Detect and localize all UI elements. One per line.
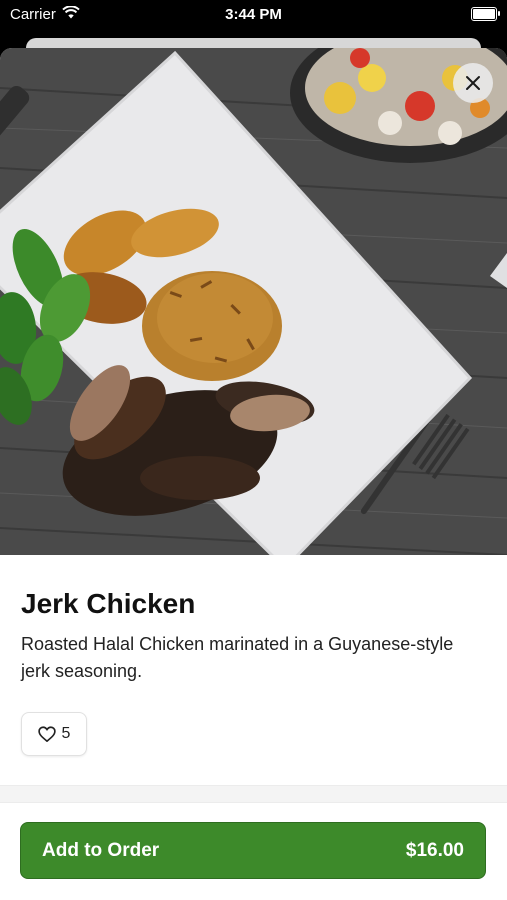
like-button[interactable]: 5	[21, 712, 87, 756]
like-count: 5	[61, 725, 71, 742]
item-detail-sheet: Jerk Chicken Roasted Halal Chicken marin…	[0, 48, 507, 900]
food-photo	[0, 48, 507, 555]
status-bar: Carrier 3:44 PM	[0, 0, 507, 30]
section-divider	[0, 785, 507, 803]
item-title: Jerk Chicken	[21, 588, 196, 619]
status-time: 3:44 PM	[225, 6, 282, 23]
battery-icon	[471, 7, 500, 21]
add-to-order-button[interactable]: Add to Order $16.00	[20, 822, 486, 879]
close-button[interactable]	[453, 63, 493, 103]
heart-icon	[37, 726, 56, 742]
item-description: Roasted Halal Chicken marinated in a Guy…	[21, 634, 454, 681]
item-price: $16.00	[405, 839, 464, 861]
close-icon	[466, 76, 480, 90]
add-to-order-label: Add to Order	[42, 839, 160, 861]
